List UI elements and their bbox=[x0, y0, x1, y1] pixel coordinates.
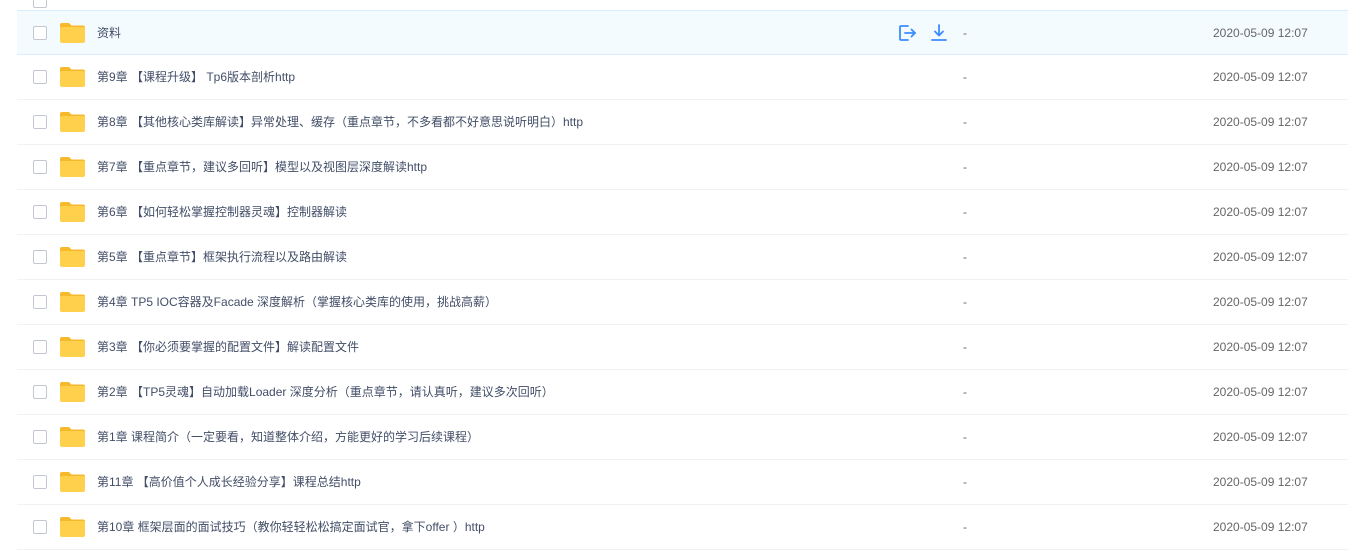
folder-icon bbox=[60, 382, 85, 402]
file-size: - bbox=[963, 430, 967, 444]
file-row[interactable]: 资料 - 2020-05-09 12:07 bbox=[17, 10, 1348, 55]
row-checkbox[interactable] bbox=[33, 340, 47, 354]
share-icon[interactable] bbox=[897, 23, 917, 43]
file-size: - bbox=[963, 250, 967, 264]
row-checkbox[interactable] bbox=[33, 430, 47, 444]
row-checkbox[interactable] bbox=[33, 520, 47, 534]
folder-icon bbox=[60, 337, 85, 357]
row-checkbox[interactable] bbox=[33, 115, 47, 129]
file-size: - bbox=[963, 385, 967, 399]
folder-icon bbox=[60, 472, 85, 492]
file-name[interactable]: 第11章 【高价值个人成长经验分享】课程总结http bbox=[97, 460, 361, 504]
row-checkbox[interactable] bbox=[33, 26, 47, 40]
file-list: 资料 - 2020-05-09 12:07 第9章 【课程升级】 Tp6版本剖析… bbox=[17, 10, 1348, 550]
file-name[interactable]: 第1章 课程简介（一定要看，知道整体介绍，方能更好的学习后续课程） bbox=[97, 415, 479, 459]
file-size: - bbox=[963, 205, 967, 219]
file-modified-date: 2020-05-09 12:07 bbox=[1213, 430, 1308, 444]
file-modified-date: 2020-05-09 12:07 bbox=[1213, 160, 1308, 174]
file-row[interactable]: 第4章 TP5 IOC容器及Facade 深度解析（掌握核心类库的使用，挑战高薪… bbox=[17, 280, 1348, 325]
file-name[interactable]: 资料 bbox=[97, 11, 121, 55]
file-modified-date: 2020-05-09 12:07 bbox=[1213, 475, 1308, 489]
file-modified-date: 2020-05-09 12:07 bbox=[1213, 70, 1308, 84]
file-name[interactable]: 第4章 TP5 IOC容器及Facade 深度解析（掌握核心类库的使用，挑战高薪… bbox=[97, 280, 497, 324]
folder-icon bbox=[60, 157, 85, 177]
file-name[interactable]: 第10章 框架层面的面试技巧（教你轻轻松松搞定面试官，拿下offer ）http bbox=[97, 505, 485, 549]
file-size: - bbox=[963, 340, 967, 354]
file-row[interactable]: 第1章 课程简介（一定要看，知道整体介绍，方能更好的学习后续课程） - 2020… bbox=[17, 415, 1348, 460]
row-checkbox[interactable] bbox=[33, 295, 47, 309]
file-modified-date: 2020-05-09 12:07 bbox=[1213, 385, 1308, 399]
file-size: - bbox=[963, 520, 967, 534]
file-modified-date: 2020-05-09 12:07 bbox=[1213, 250, 1308, 264]
file-name[interactable]: 第2章 【TP5灵魂】自动加载Loader 深度分析（重点章节，请认真听，建议多… bbox=[97, 370, 554, 414]
file-name[interactable]: 第6章 【如何轻松掌握控制器灵魂】控制器解读 bbox=[97, 190, 347, 234]
file-row[interactable]: 第10章 框架层面的面试技巧（教你轻轻松松搞定面试官，拿下offer ）http… bbox=[17, 505, 1348, 550]
file-row[interactable]: 第7章 【重点章节，建议多回听】模型以及视图层深度解读http - 2020-0… bbox=[17, 145, 1348, 190]
file-size: - bbox=[963, 160, 967, 174]
file-row[interactable]: 第6章 【如何轻松掌握控制器灵魂】控制器解读 - 2020-05-09 12:0… bbox=[17, 190, 1348, 235]
folder-icon bbox=[60, 247, 85, 267]
row-checkbox[interactable] bbox=[33, 70, 47, 84]
file-modified-date: 2020-05-09 12:07 bbox=[1213, 295, 1308, 309]
file-size: - bbox=[963, 295, 967, 309]
file-row[interactable]: 第5章 【重点章节】框架执行流程以及路由解读 - 2020-05-09 12:0… bbox=[17, 235, 1348, 280]
folder-icon bbox=[60, 427, 85, 447]
file-name[interactable]: 第8章 【其他核心类库解读】异常处理、缓存（重点章节，不多看都不好意思说听明白）… bbox=[97, 100, 583, 144]
row-checkbox[interactable] bbox=[33, 205, 47, 219]
file-modified-date: 2020-05-09 12:07 bbox=[1213, 205, 1308, 219]
select-all-checkbox[interactable] bbox=[33, 0, 47, 8]
file-size: - bbox=[963, 26, 967, 40]
folder-icon bbox=[60, 517, 85, 537]
file-row[interactable]: 第9章 【课程升级】 Tp6版本剖析http - 2020-05-09 12:0… bbox=[17, 55, 1348, 100]
file-name[interactable]: 第3章 【你必须要掌握的配置文件】解读配置文件 bbox=[97, 325, 359, 369]
file-row[interactable]: 第2章 【TP5灵魂】自动加载Loader 深度分析（重点章节，请认真听，建议多… bbox=[17, 370, 1348, 415]
file-modified-date: 2020-05-09 12:07 bbox=[1213, 340, 1308, 354]
file-row[interactable]: 第8章 【其他核心类库解读】异常处理、缓存（重点章节，不多看都不好意思说听明白）… bbox=[17, 100, 1348, 145]
file-row[interactable]: 第11章 【高价值个人成长经验分享】课程总结http - 2020-05-09 … bbox=[17, 460, 1348, 505]
folder-icon bbox=[60, 292, 85, 312]
folder-icon bbox=[60, 112, 85, 132]
row-checkbox[interactable] bbox=[33, 475, 47, 489]
folder-icon bbox=[60, 67, 85, 87]
row-checkbox[interactable] bbox=[33, 160, 47, 174]
folder-icon bbox=[60, 23, 85, 43]
file-name[interactable]: 第7章 【重点章节，建议多回听】模型以及视图层深度解读http bbox=[97, 145, 427, 189]
file-name[interactable]: 第5章 【重点章节】框架执行流程以及路由解读 bbox=[97, 235, 347, 279]
row-actions bbox=[897, 23, 949, 43]
row-checkbox[interactable] bbox=[33, 250, 47, 264]
download-icon[interactable] bbox=[929, 23, 949, 43]
folder-icon bbox=[60, 202, 85, 222]
file-modified-date: 2020-05-09 12:07 bbox=[1213, 26, 1308, 40]
row-checkbox[interactable] bbox=[33, 385, 47, 399]
file-modified-date: 2020-05-09 12:07 bbox=[1213, 115, 1308, 129]
file-size: - bbox=[963, 475, 967, 489]
file-name[interactable]: 第9章 【课程升级】 Tp6版本剖析http bbox=[97, 55, 295, 99]
file-size: - bbox=[963, 70, 967, 84]
file-row[interactable]: 第3章 【你必须要掌握的配置文件】解读配置文件 - 2020-05-09 12:… bbox=[17, 325, 1348, 370]
file-size: - bbox=[963, 115, 967, 129]
file-modified-date: 2020-05-09 12:07 bbox=[1213, 520, 1308, 534]
